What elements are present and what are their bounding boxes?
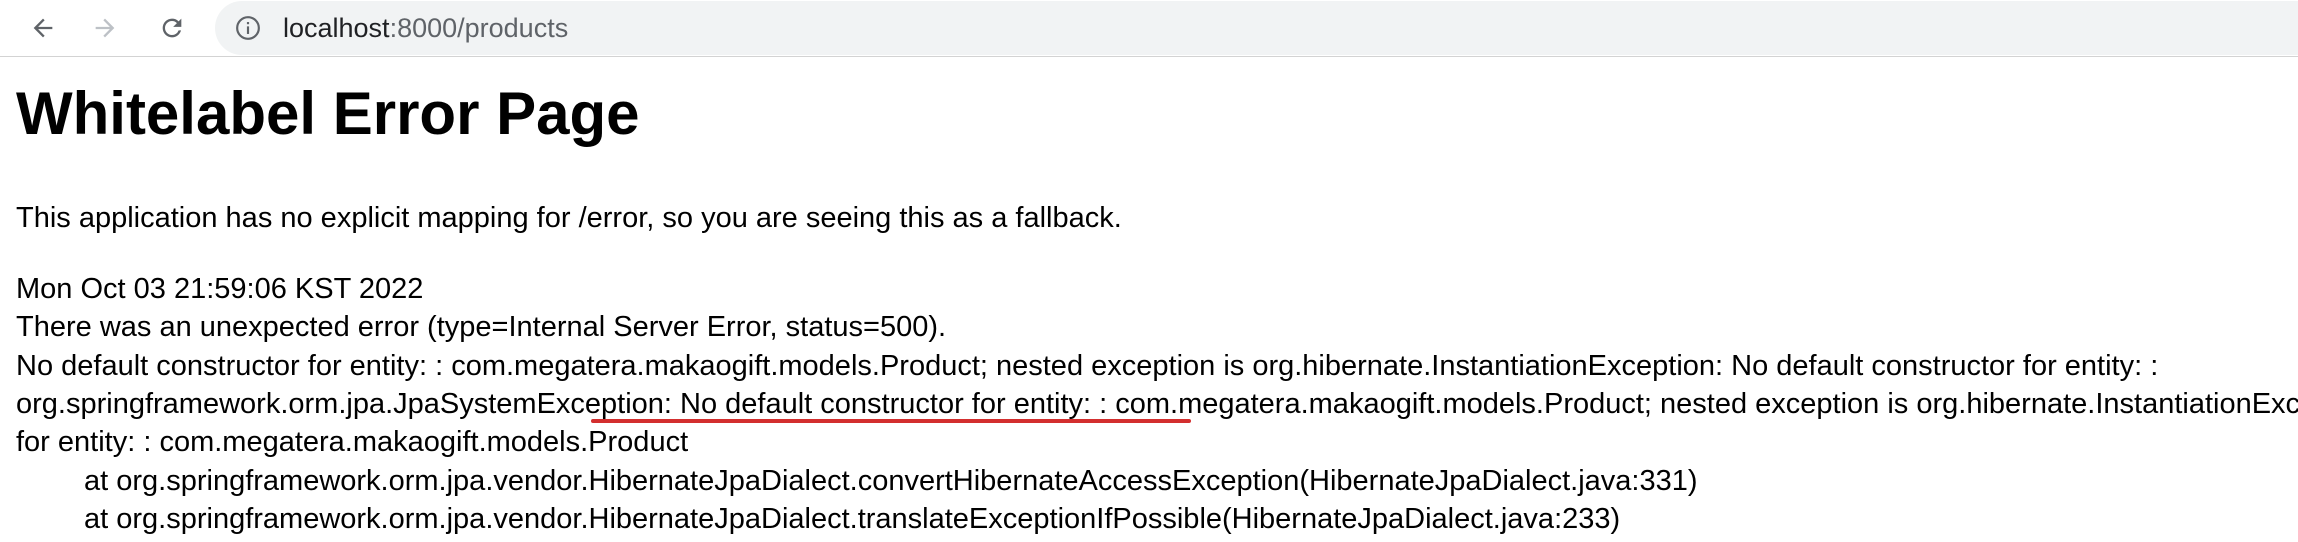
error-detail-line: for entity: : com.megatera.makaogift.mod… [16,426,689,458]
page-content: Whitelabel Error Page This application h… [0,57,2298,542]
forward-button[interactable] [85,8,125,48]
error-timestamp: Mon Oct 03 21:59:06 KST 2022 [16,273,424,305]
stack-trace-line: at org.springframework.orm.jpa.vendor.Hi… [84,465,1698,497]
reload-button[interactable] [152,8,192,48]
address-bar[interactable]: localhost:8000/products [215,1,2298,55]
error-detail-line: org.springframework.orm.jpa.JpaSystemExc… [16,388,2298,420]
url-text[interactable]: localhost:8000/products [283,13,568,43]
info-circle-icon[interactable] [235,15,261,41]
fallback-message: This application has no explicit mapping… [16,202,1122,234]
error-type: There was an unexpected error (type=Inte… [16,311,947,343]
url-path: :8000/products [389,13,569,43]
stack-trace-line: at org.springframework.orm.jpa.vendor.Hi… [84,503,1621,535]
reload-icon [162,18,182,38]
url-host: localhost [283,13,390,43]
browser-toolbar: localhost:8000/products [0,0,2298,57]
page-title: Whitelabel Error Page [16,80,640,147]
back-button[interactable] [23,8,63,48]
arrow-left-icon [33,18,53,38]
error-detail-line: No default constructor for entity: : com… [16,350,2159,382]
arrow-right-icon [95,18,115,38]
